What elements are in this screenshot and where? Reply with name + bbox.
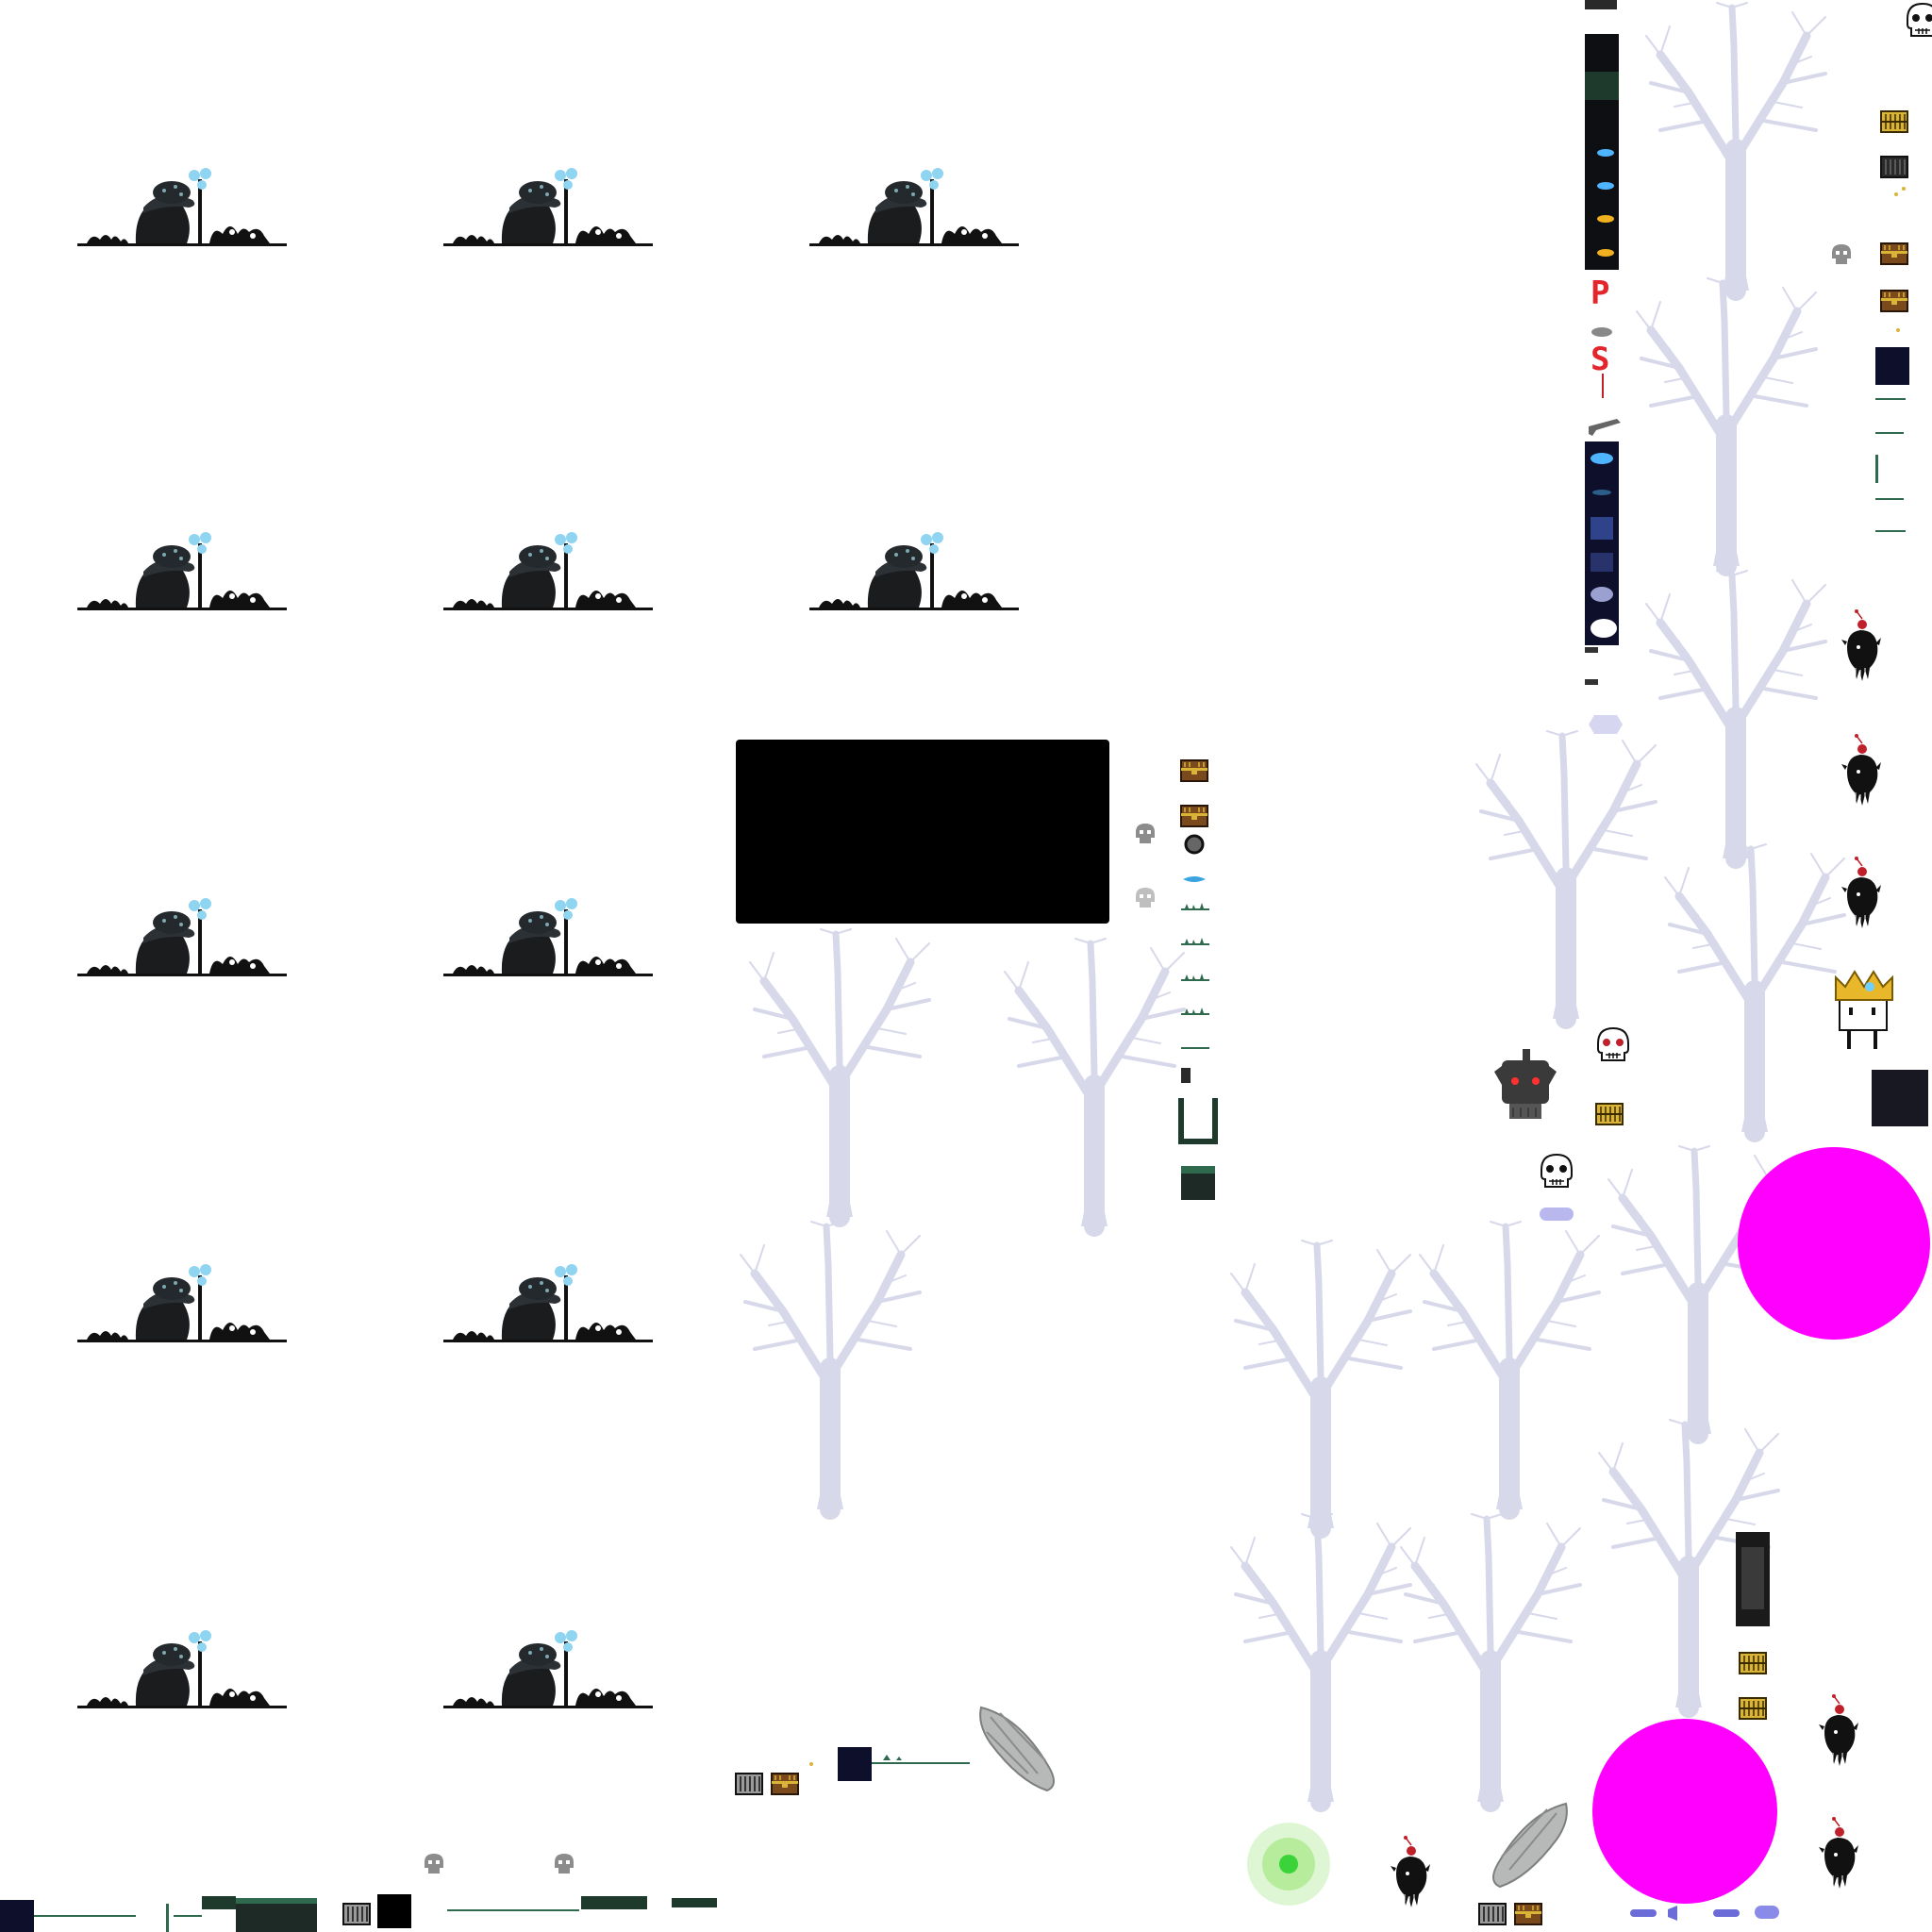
letter-s: S — [1591, 341, 1609, 378]
item-column-middle — [1136, 759, 1218, 1200]
green-glow — [1247, 1823, 1330, 1906]
mushroom-scenes — [77, 168, 1019, 1708]
magenta-orb — [1592, 1719, 1777, 1904]
robot-head — [1494, 1049, 1557, 1119]
bottom-left-items — [0, 1854, 717, 1932]
character-heads — [1494, 1027, 1629, 1221]
bottom-middle-items — [735, 1747, 970, 1795]
item-column-top-right: P S — [1585, 0, 1623, 734]
black-panel — [736, 740, 1109, 924]
crowned-character — [1835, 970, 1893, 1049]
sprite-sheet: P S — [0, 0, 1932, 1932]
magenta-orb — [1738, 1147, 1930, 1340]
letter-p: P — [1591, 275, 1609, 312]
